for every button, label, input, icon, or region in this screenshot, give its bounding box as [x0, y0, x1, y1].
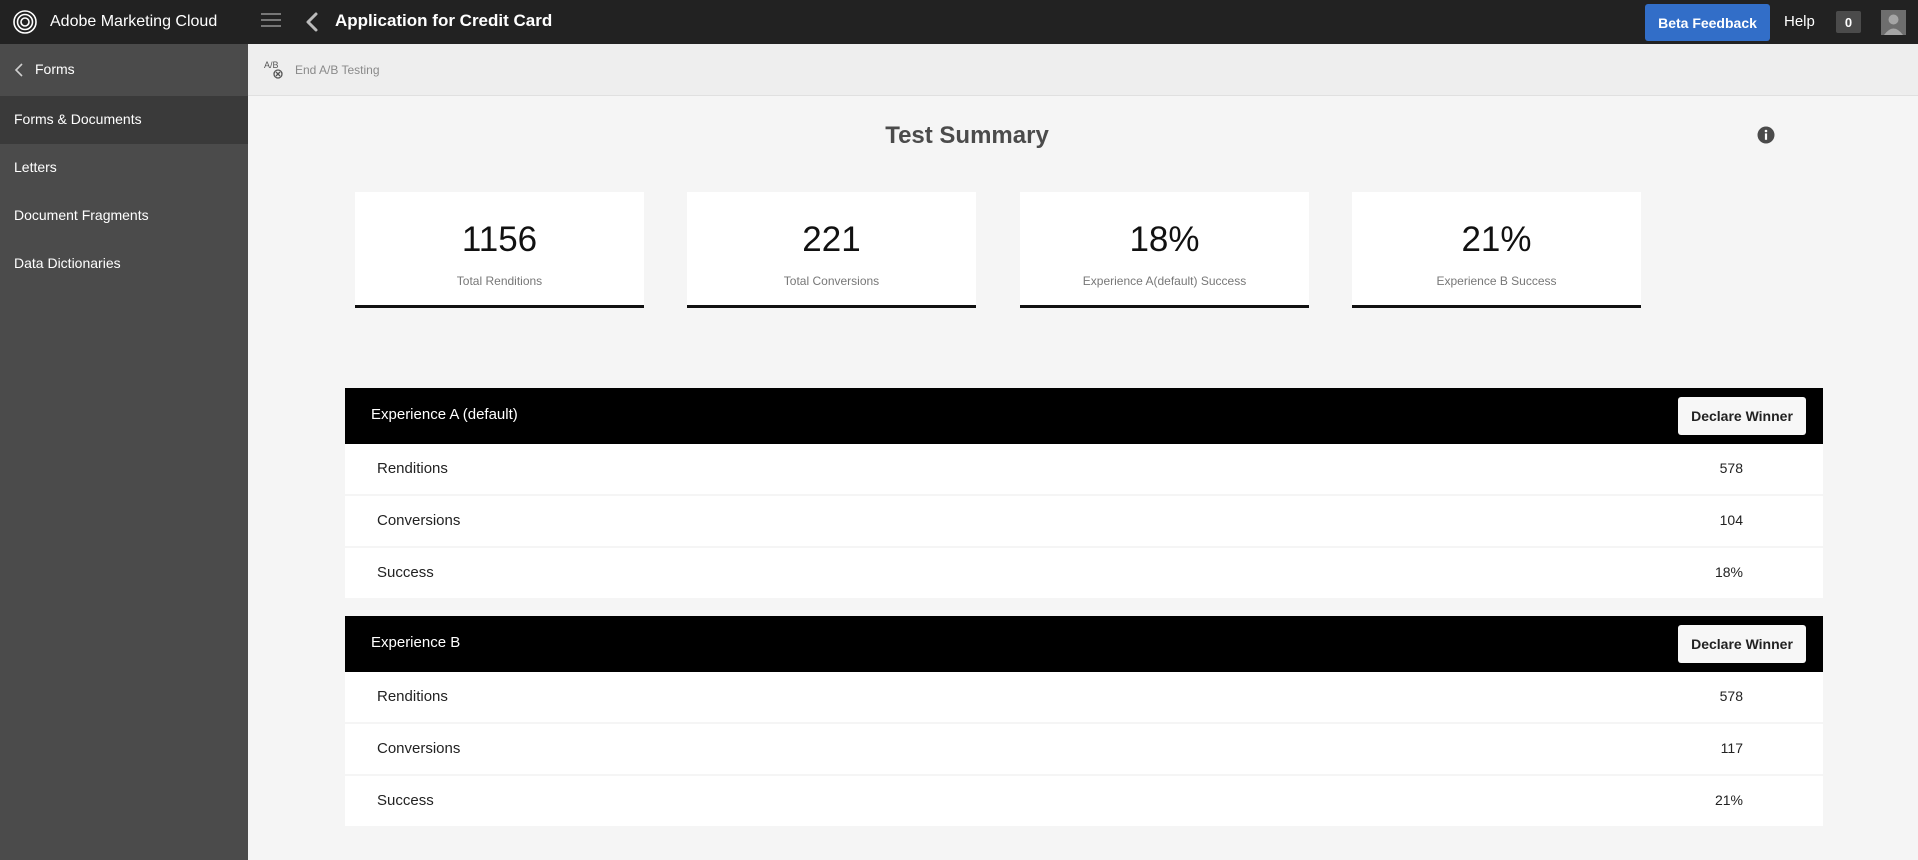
row-label: Success	[377, 792, 434, 809]
row-label: Renditions	[377, 460, 448, 477]
sidebar: Forms Forms & Documents Letters Document…	[0, 44, 248, 860]
stat-value: 1156	[461, 220, 538, 259]
row-label: Renditions	[377, 688, 448, 705]
sidebar-item-letters[interactable]: Letters	[0, 144, 248, 192]
stat-card-total-conversions: 221 Total Conversions	[687, 192, 976, 308]
row-value: 578	[1719, 460, 1743, 476]
table-row: Renditions 578	[345, 672, 1823, 722]
stat-caption: Total Conversions	[783, 274, 880, 288]
top-bar: Adobe Marketing Cloud Application for Cr…	[0, 0, 1918, 44]
stat-card-total-renditions: 1156 Total Renditions	[355, 192, 644, 308]
table-row: Success 21%	[345, 776, 1823, 826]
sidebar-item-label: Data Dictionaries	[14, 255, 121, 271]
adobe-marketing-cloud-logo-icon	[13, 10, 37, 34]
stat-caption: Experience A(default) Success	[1082, 274, 1247, 288]
sidebar-item-label: Forms & Documents	[14, 111, 142, 127]
end-ab-test-icon[interactable]: A/B	[264, 59, 286, 81]
stat-caption: Experience B Success	[1436, 274, 1557, 288]
sidebar-item-label: Letters	[14, 159, 57, 175]
notification-badge[interactable]: 0	[1836, 11, 1861, 33]
sidebar-item-forms-documents[interactable]: Forms & Documents	[0, 96, 248, 144]
brand-name: Adobe Marketing Cloud	[50, 13, 218, 30]
row-value: 117	[1720, 740, 1743, 756]
table-row: Conversions 117	[345, 724, 1823, 774]
stat-caption: Total Renditions	[456, 274, 543, 288]
experience-title: Experience B	[371, 634, 461, 651]
stat-card-experience-a-success: 18% Experience A(default) Success	[1020, 192, 1309, 308]
menu-icon[interactable]	[261, 13, 281, 31]
chevron-left-icon	[14, 63, 23, 77]
table-row: Renditions 578	[345, 444, 1823, 494]
sidebar-item-document-fragments[interactable]: Document Fragments	[0, 192, 248, 240]
experience-a-header: Experience A (default) Declare Winner	[345, 388, 1823, 444]
row-value: 104	[1719, 512, 1743, 528]
declare-winner-button[interactable]: Declare Winner	[1678, 397, 1806, 435]
sidebar-back-forms[interactable]: Forms	[0, 44, 248, 96]
info-icon[interactable]	[1757, 126, 1775, 144]
row-value: 21%	[1714, 792, 1743, 808]
declare-winner-button[interactable]: Declare Winner	[1678, 625, 1806, 663]
ab-icon-text: A/B	[264, 60, 279, 70]
sidebar-item-label: Document Fragments	[14, 207, 149, 223]
row-value: 18%	[1714, 564, 1743, 580]
stat-value: 21%	[1461, 220, 1532, 259]
avatar[interactable]	[1881, 10, 1906, 35]
back-chevron-icon[interactable]	[302, 11, 322, 33]
row-label: Success	[377, 564, 434, 581]
experience-b-header: Experience B Declare Winner	[345, 616, 1823, 672]
beta-feedback-button[interactable]: Beta Feedback	[1645, 4, 1770, 41]
help-link[interactable]: Help	[1784, 13, 1815, 30]
sidebar-back-label: Forms	[35, 61, 75, 77]
stat-value: 221	[802, 220, 861, 259]
table-row: Conversions 104	[345, 496, 1823, 546]
row-label: Conversions	[377, 740, 461, 757]
end-ab-testing-button[interactable]: End A/B Testing	[295, 63, 380, 77]
user-avatar-icon	[1881, 10, 1906, 35]
page-title: Application for Credit Card	[335, 11, 553, 30]
stat-value: 18%	[1129, 220, 1200, 259]
stat-card-experience-b-success: 21% Experience B Success	[1352, 192, 1641, 308]
test-summary-title: Test Summary	[885, 122, 1049, 149]
table-row: Success 18%	[345, 548, 1823, 598]
experience-title: Experience A (default)	[371, 406, 518, 423]
action-bar: A/B End A/B Testing	[248, 44, 1918, 96]
sidebar-item-data-dictionaries[interactable]: Data Dictionaries	[0, 240, 248, 288]
row-label: Conversions	[377, 512, 461, 529]
row-value: 578	[1719, 688, 1743, 704]
